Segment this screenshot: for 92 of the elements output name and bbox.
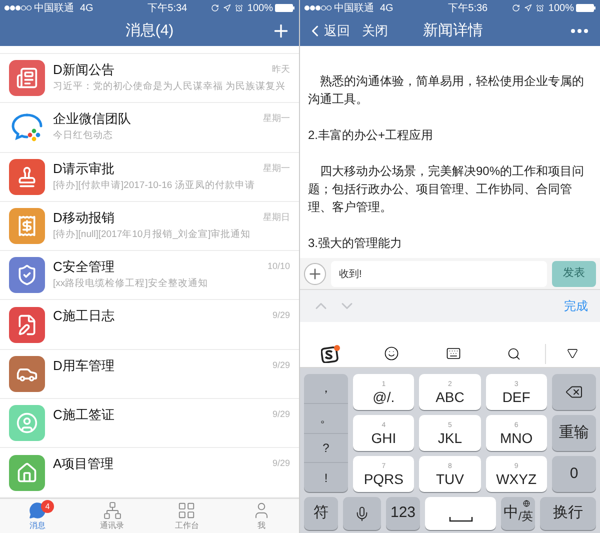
- receipt-icon: [9, 208, 45, 244]
- message-title: D新闻公告: [53, 62, 114, 78]
- voice-key[interactable]: [343, 497, 381, 530]
- battery-percent: 100%: [548, 2, 574, 16]
- message-item[interactable]: D新闻公告 昨天 习近平：党的初心使命是为人民谋幸福 为民族谋复兴: [0, 54, 299, 104]
- message-time: 9/29: [272, 309, 290, 322]
- stamp-icon: [9, 158, 45, 195]
- message-time: 9/29: [272, 408, 290, 422]
- battery-percent: 100%: [247, 2, 273, 16]
- message-title: C安全管理: [53, 259, 114, 276]
- message-time: 星期一: [263, 112, 290, 126]
- nav-title: 消息(4): [125, 20, 174, 41]
- punctuation-option[interactable]: ，: [304, 374, 348, 404]
- shield-check-icon: [9, 257, 45, 294]
- clock-time: 下午5:36: [447, 2, 488, 16]
- comment-input[interactable]: 收到!: [331, 260, 547, 286]
- message-preview: [xx路段电缆检修工程]安全整改通知: [53, 277, 209, 290]
- key[interactable]: 123: [386, 497, 420, 530]
- message-item[interactable]: C安全管理 10/10 [xx路段电缆检修工程]安全整改通知: [0, 251, 299, 300]
- message-item[interactable]: D请示审批 星期一 [待办][付款申请]2017-10-16 汤亚凤的付款申请: [0, 152, 299, 202]
- key[interactable]: 换行: [540, 497, 596, 530]
- backspace-key[interactable]: [552, 374, 596, 410]
- message-title: D请示审批: [53, 160, 114, 177]
- message-time: 9/29: [272, 358, 290, 372]
- article-paragraph: 四大移动办公场景，完美解决90%的工作和项目问题；包括行政办公、项目管理、工作协同、合同管理、客户管理。: [308, 163, 586, 216]
- message-item[interactable]: C施工日志 9/29: [0, 300, 299, 350]
- alarm-icon: [536, 4, 544, 12]
- signal-icon: [4, 5, 32, 11]
- article-paragraph: 熟悉的沟通体验，简单易用，轻松使用企业专属的沟通工具。: [308, 73, 585, 108]
- hide-keyboard-icon[interactable]: [567, 348, 578, 359]
- section-heading: 2.丰富的办公+工程应用: [308, 127, 434, 144]
- message-item[interactable]: D移动报销 星期日 [待办][null][2017年10月报销_刘金宣]审批通知: [0, 202, 299, 252]
- newspaper-icon: [9, 60, 45, 96]
- message-item[interactable]: C施工签证 9/29: [0, 399, 299, 448]
- network-type: 4G: [80, 2, 94, 16]
- space-icon: [448, 517, 472, 522]
- document-pen-icon: [9, 306, 45, 343]
- microphone-icon: [354, 506, 370, 522]
- globe-icon: [523, 500, 530, 507]
- message-preview: 习近平：党的初心使命是为人民谋幸福 为民族谋复兴: [53, 80, 287, 93]
- section-heading: 3.强大的管理能力: [308, 235, 404, 252]
- input-method-logo-icon[interactable]: [320, 344, 341, 362]
- house-icon: [9, 454, 45, 491]
- search-icon[interactable]: [507, 346, 522, 360]
- key[interactable]: 0: [552, 456, 596, 492]
- message-time: 星期一: [263, 162, 290, 175]
- message-time: 10/10: [267, 260, 290, 274]
- carrier-name: 中国联通: [334, 2, 374, 16]
- back-button[interactable]: 返回: [306, 21, 350, 41]
- language-key[interactable]: 中$_{/英}$: [501, 497, 535, 530]
- org-chart-icon: [102, 501, 122, 520]
- more-button[interactable]: [571, 29, 588, 33]
- signal-icon: [304, 5, 332, 11]
- message-title: 企业微信团队: [53, 111, 131, 128]
- message-title: A项目管理: [53, 456, 114, 472]
- message-time: 9/29: [272, 457, 290, 470]
- alarm-icon: [235, 4, 244, 12]
- message-preview: 今日红包动态: [53, 129, 114, 142]
- message-preview: [待办][null][2017年10月报销_刘金宣]审批通知: [53, 228, 252, 241]
- punctuation-option[interactable]: !: [304, 463, 348, 492]
- clock-time: 下午5:34: [146, 2, 188, 16]
- message-title: C施工签证: [53, 407, 114, 424]
- key[interactable]: 符: [304, 497, 338, 530]
- close-button[interactable]: 关闭: [362, 21, 388, 41]
- message-title: D用车管理: [53, 358, 114, 374]
- key[interactable]: 重输: [552, 415, 596, 451]
- message-time: 星期日: [263, 210, 290, 224]
- location-icon: [524, 4, 532, 12]
- grid-icon: [177, 501, 196, 520]
- battery-icon: [576, 4, 596, 12]
- message-item[interactable]: 企业微信团队 星期一 今日红包动态: [0, 103, 299, 153]
- network-type: 4G: [380, 2, 394, 16]
- nav-title: 新闻详情: [423, 20, 483, 41]
- more-icon: [571, 29, 588, 33]
- punctuation-option[interactable]: ?: [304, 434, 348, 464]
- carrier-name: 中国联通: [34, 2, 74, 16]
- message-title: C施工日志: [53, 308, 114, 324]
- message-preview: [待办][付款申请]2017-10-16 汤亚凤的付款申请: [53, 178, 256, 192]
- car-icon: [9, 356, 45, 392]
- emoji-icon[interactable]: [384, 346, 400, 361]
- battery-icon: [274, 4, 295, 12]
- punctuation-option[interactable]: 。: [304, 404, 348, 434]
- keyboard-icon[interactable]: [446, 346, 461, 361]
- tab[interactable]: 消息 4: [0, 499, 75, 533]
- location-icon: [223, 4, 232, 12]
- plus-icon: [307, 266, 323, 282]
- unread-badge: 4: [41, 500, 54, 513]
- add-button[interactable]: [304, 262, 326, 284]
- message-time: 昨天: [272, 63, 290, 76]
- message-item[interactable]: D用车管理 9/29: [0, 350, 299, 400]
- tab[interactable]: 通讯录: [74, 499, 150, 533]
- message-title: D移动报销: [53, 210, 114, 226]
